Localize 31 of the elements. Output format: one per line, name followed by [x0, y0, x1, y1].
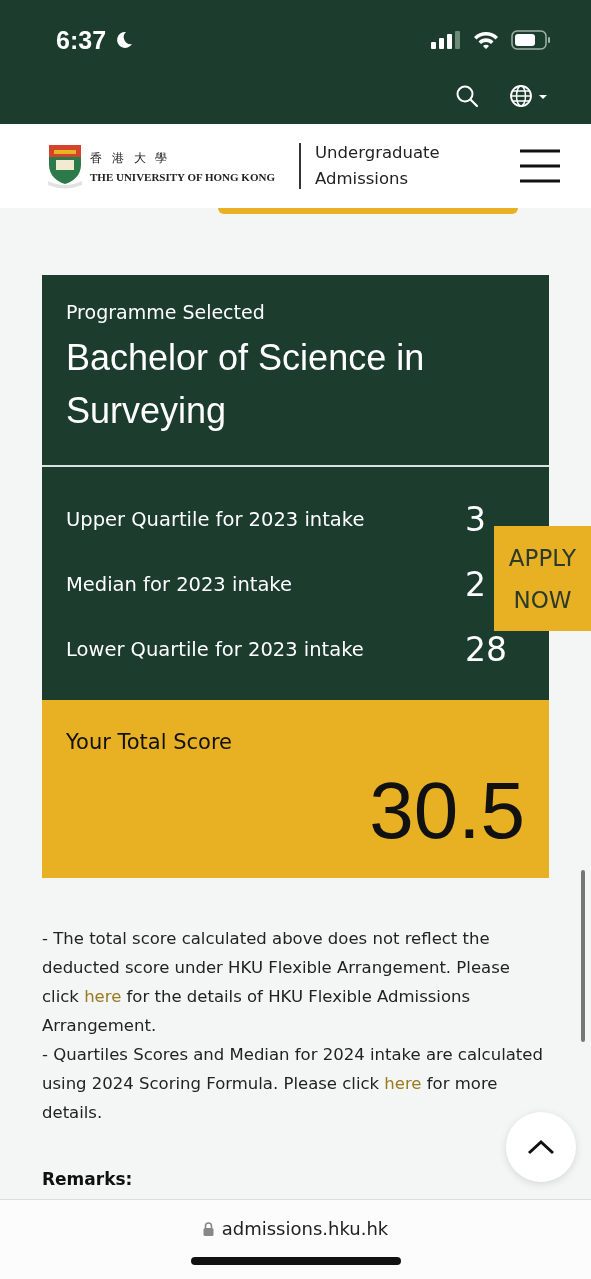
- status-time: 6:37: [56, 25, 107, 55]
- site-title: Undergraduate Admissions: [315, 142, 441, 190]
- signal-icon: [431, 31, 461, 49]
- moon-icon: [114, 30, 135, 50]
- url-field[interactable]: admissions.hku.hk: [202, 1218, 389, 1239]
- apply-now-button[interactable]: APPLY NOW: [494, 526, 591, 631]
- note-text: - Quartiles Scores and Median for 2024 intake are calculated using 2024 Scoring Formula. Please click here for more details.: [42, 1044, 544, 1124]
- programme-caption: Programme Selected: [66, 301, 266, 323]
- stat-label: Median for 2023 intake: [66, 573, 292, 596]
- crest-logo: [46, 143, 84, 189]
- menu-icon[interactable]: [519, 149, 561, 183]
- total-score-label: Your Total Score: [66, 730, 234, 754]
- stat-label: Upper Quartile for 2023 intake: [66, 508, 365, 531]
- stat-value: 2: [465, 565, 487, 604]
- university-chinese-name: 香 港 大 學: [90, 149, 172, 167]
- stat-value: 28: [465, 630, 508, 669]
- note-text: - The total score calculated above does not reflect the deducted score under HKU Flexible Arrangement. Please click here for the details of HKU Flexible Admissions Arrangement.: [42, 928, 511, 1037]
- stat-value: 3: [465, 500, 487, 539]
- here-link[interactable]: here: [84, 987, 122, 1006]
- chevron-up-icon: [526, 1138, 556, 1156]
- wifi-icon: [473, 30, 499, 50]
- here-link[interactable]: here: [384, 1074, 422, 1093]
- scrollbar[interactable]: [581, 870, 585, 1042]
- remarks-heading: Remarks:: [42, 1169, 134, 1189]
- lock-icon: [202, 1221, 214, 1236]
- total-score-value: 30.5: [368, 766, 525, 856]
- search-icon[interactable]: [455, 84, 479, 108]
- university-english-name: THE UNIVERSITY OF HONG KONG: [90, 170, 275, 183]
- programme-name: Bachelor of Science in Surveying: [66, 336, 426, 433]
- stat-label: Lower Quartile for 2023 intake: [66, 638, 364, 661]
- battery-icon: [511, 30, 551, 50]
